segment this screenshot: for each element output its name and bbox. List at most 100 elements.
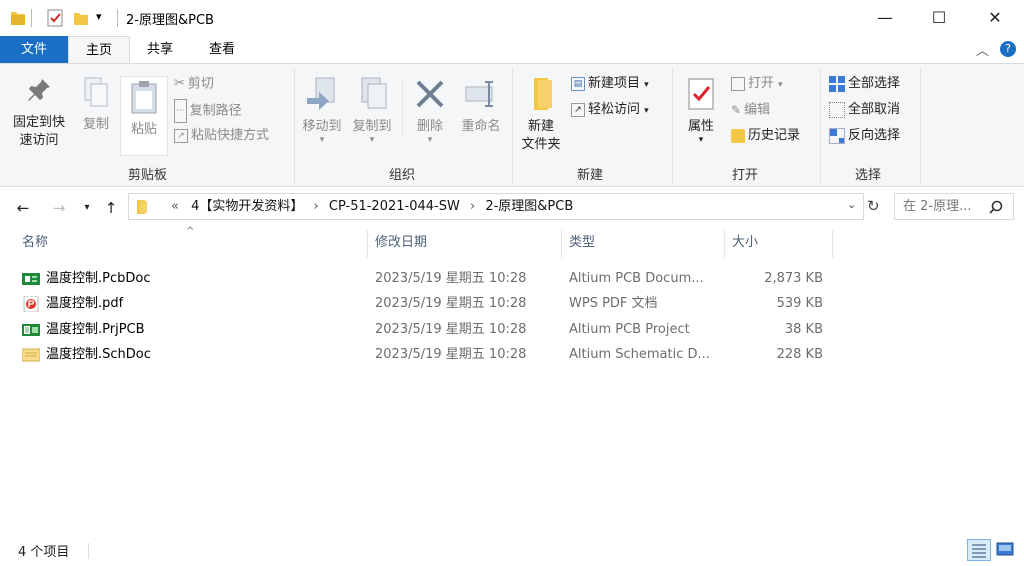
customize-toolbar-icon[interactable]: ▾ (96, 10, 102, 23)
select-none-label: 全部取消 (848, 102, 901, 117)
history-button[interactable]: 历史记录 (731, 125, 800, 147)
column-divider[interactable] (561, 230, 562, 258)
edit-button[interactable]: ✎ 编辑 (731, 99, 770, 121)
new-item-icon: ▤ (571, 76, 585, 91)
divider (88, 543, 89, 559)
copy-label: 复制 (82, 117, 109, 132)
back-arrow-icon[interactable]: ← (12, 197, 34, 219)
copy-to-icon (361, 77, 387, 109)
help-icon[interactable]: ? (1000, 41, 1016, 57)
copy-to-button[interactable]: 复制到 ▾ (348, 76, 396, 145)
copy-icon (84, 77, 108, 107)
group-separator (920, 68, 921, 184)
file-name: 温度控制.SchDoc (46, 347, 151, 362)
sort-up-icon: ^ (186, 226, 195, 237)
easy-access-button[interactable]: ↗ 轻松访问 ▾ (571, 99, 649, 121)
edit-label: 编辑 (744, 102, 771, 118)
column-header-type[interactable]: 类型 (569, 232, 595, 258)
file-row[interactable]: 温度控制.pdf 2023/5/19 星期五 10:28 WPS PDF 文档 … (18, 292, 828, 316)
column-header-name[interactable]: 名称 (22, 232, 48, 258)
column-header-size[interactable]: 大小 (732, 232, 758, 258)
open-button[interactable]: 打开 ▾ (731, 73, 783, 95)
pin-quick-access-button[interactable]: 固定到快 速访问 (6, 76, 72, 150)
file-name: 温度控制.pdf (46, 296, 124, 311)
select-none-button[interactable]: 全部取消 (829, 99, 900, 121)
open-icon (731, 76, 745, 91)
group-label-open: 打开 (731, 168, 758, 183)
copy-button[interactable]: 复制 (76, 76, 116, 134)
tab-view[interactable]: 查看 (194, 36, 250, 63)
chevron-right-icon[interactable]: › (470, 199, 475, 214)
tab-home[interactable]: 主页 (68, 36, 130, 63)
column-header-date[interactable]: 修改日期 (375, 232, 427, 258)
edit-pencil-icon: ✎ (731, 103, 742, 117)
invert-selection-button[interactable]: 反向选择 (829, 125, 900, 147)
minimize-button[interactable]: — (862, 0, 908, 36)
scissors-icon: ✂ (174, 76, 185, 91)
new-folder-button[interactable]: 新建 文件夹 (516, 76, 566, 154)
search-icon (989, 200, 1003, 214)
delete-button[interactable]: 删除 ▾ (406, 76, 454, 145)
invert-selection-icon (829, 127, 845, 144)
file-size: 2,873 KB (764, 271, 823, 286)
large-icons-view-button[interactable] (994, 539, 1018, 561)
group-separator (294, 68, 295, 184)
paste-shortcut-icon: ↗ (174, 128, 188, 143)
breadcrumb-item[interactable]: 4【实物开发资料】 (191, 199, 303, 214)
pin-icon (28, 79, 50, 101)
paste-shortcut-button[interactable]: ↗ 粘贴快捷方式 (174, 125, 269, 147)
ribbon-home: 固定到快 速访问 复制 粘贴 ✂ 剪切 ··· 复制路径 ↗ 粘贴快捷方式 剪贴板 移… (0, 63, 1024, 187)
forward-arrow-icon[interactable]: → (48, 197, 70, 219)
file-row[interactable]: 温度控制.PcbDoc 2023/5/19 星期五 10:28 Altium P… (18, 267, 828, 291)
new-folder-label: 新建 文件夹 (521, 119, 561, 152)
properties-button[interactable]: 属性 ▾ (678, 76, 724, 145)
status-item-count: 4 个项目 (18, 545, 70, 560)
collapse-ribbon-icon[interactable]: ︿ (976, 40, 989, 59)
title-bar: ▾ 2-原理图&PCB — ☐ ✕ (0, 0, 1024, 36)
group-separator (672, 68, 673, 184)
breadcrumb-item[interactable]: 2-原理图&PCB (485, 199, 573, 214)
copy-path-button[interactable]: ··· 复制路径 (174, 99, 242, 123)
properties-icon (688, 78, 714, 110)
window-title: 2-原理图&PCB (126, 13, 214, 28)
group-label-select: 选择 (854, 168, 881, 183)
breadcrumb-overflow[interactable]: « (171, 199, 179, 214)
file-type: WPS PDF 文档 (569, 296, 658, 311)
details-view-button[interactable] (967, 539, 991, 561)
delete-x-icon (416, 80, 444, 108)
paste-button[interactable]: 粘贴 (120, 76, 168, 156)
new-folder-quick-icon[interactable] (73, 9, 89, 27)
select-all-button[interactable]: 全部选择 (829, 73, 900, 95)
chevron-down-icon: ▾ (644, 106, 649, 116)
file-row[interactable]: 温度控制.SchDoc 2023/5/19 星期五 10:28 Altium S… (18, 343, 828, 367)
refresh-icon[interactable]: ↻ (867, 197, 880, 215)
up-arrow-icon[interactable]: ↑ (100, 197, 122, 219)
recent-locations-icon[interactable]: ▾ (76, 197, 98, 219)
tab-share[interactable]: 共享 (134, 36, 186, 63)
copy-path-icon: ··· (174, 99, 187, 123)
cut-button[interactable]: ✂ 剪切 (174, 73, 214, 95)
rename-button[interactable]: 重命名 (456, 76, 506, 136)
column-divider[interactable] (832, 230, 833, 258)
breadcrumb-item[interactable]: CP-51-2021-044-SW (329, 199, 460, 214)
move-to-button[interactable]: 移动到 ▾ (298, 76, 346, 145)
divider (31, 9, 32, 27)
maximize-button[interactable]: ☐ (916, 0, 962, 36)
search-box[interactable]: 在 2-原理... (894, 193, 1014, 220)
file-date: 2023/5/19 星期五 10:28 (375, 347, 527, 362)
chevron-down-icon: ▾ (644, 80, 649, 90)
chevron-right-icon[interactable]: › (314, 199, 319, 214)
pcb-icon (22, 273, 40, 285)
tab-file[interactable]: 文件 (0, 36, 68, 63)
search-input[interactable]: 在 2-原理... (903, 194, 972, 219)
chevron-down-icon[interactable]: ⌄ (847, 198, 856, 211)
file-row[interactable]: 温度控制.PrjPCB 2023/5/19 星期五 10:28 Altium P… (18, 318, 828, 342)
new-item-button[interactable]: ▤ 新建项目 ▾ (571, 73, 649, 95)
properties-quick-icon[interactable] (47, 9, 63, 27)
column-divider[interactable] (367, 230, 368, 258)
column-divider[interactable] (724, 230, 725, 258)
chevron-down-icon: ▾ (319, 135, 325, 145)
close-button[interactable]: ✕ (972, 0, 1018, 36)
address-bar[interactable]: « 4【实物开发资料】 › CP-51-2021-044-SW › 2-原理图&… (128, 193, 880, 220)
file-date: 2023/5/19 星期五 10:28 (375, 296, 527, 311)
